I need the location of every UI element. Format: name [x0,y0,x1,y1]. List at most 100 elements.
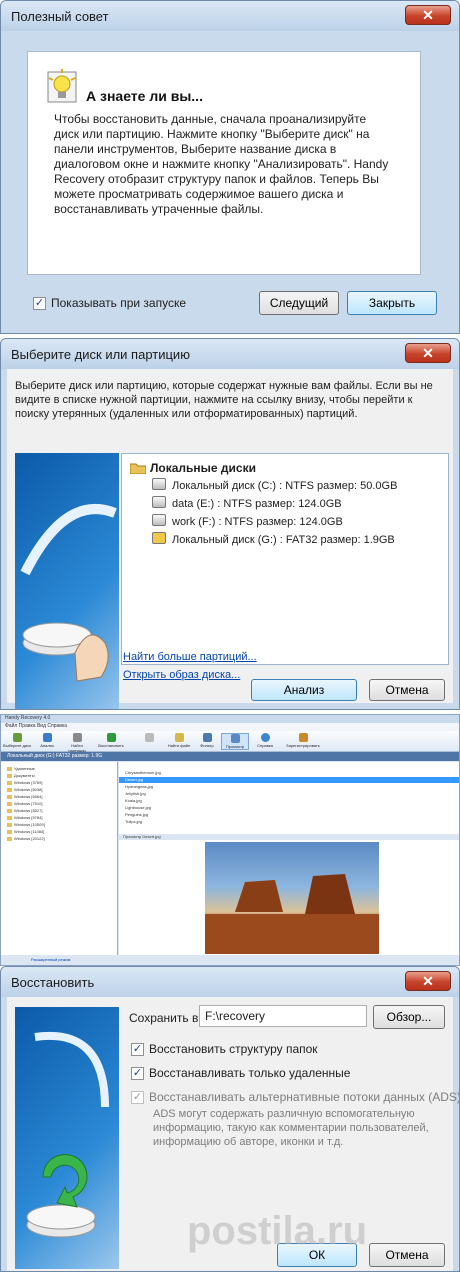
tree-node[interactable]: Документы [7,773,35,778]
file-name: Tulips.jpg [125,819,142,824]
folder-open-icon [130,463,146,474]
show-on-start-checkbox[interactable]: ✓ [33,297,46,310]
tree-node[interactable]: Windows [6038] [7,787,42,792]
restore-structure-label: Восстановить структуру папок [149,1042,318,1056]
find-file-icon [174,733,184,742]
tree-node-label: Windows [7510] [14,801,43,806]
removable-disk-icon [152,532,166,544]
file-row[interactable]: Hydrangeas.jpg [119,784,459,790]
find-more-partitions-link[interactable]: Найти больше партиций... [123,651,257,663]
preview-pane [119,840,459,955]
analyze-icon [42,733,52,742]
disk-item-label: Локальный диск (C:) : NTFS размер: 50.0G… [172,480,398,492]
tree-node[interactable]: Windows [7510] [7,801,42,806]
toolbar-preview[interactable]: Просмотр [221,733,249,750]
restore-dialog: Восстановить ✕ Сохранить в: F:\recovery … [0,966,460,1272]
toolbar-label: Зарегистрировать [286,743,320,748]
tree-node-label: Удаленные [14,766,35,771]
file-row-selected[interactable]: Desert.jpg [119,777,459,783]
watermark: postila.ru [187,1209,367,1254]
restore-icon [106,733,116,742]
folder-icon [7,788,12,792]
register-icon [298,733,308,742]
save-to-input[interactable]: F:\recovery [199,1005,367,1027]
deleted-only-checkbox[interactable]: ✓ [131,1067,144,1080]
tree-node[interactable]: Windows [6564] [7,794,42,799]
file-row[interactable]: Tulips.jpg [119,819,459,825]
restore-side-image [15,1007,119,1269]
toolbar-unknown[interactable] [135,733,163,743]
toolbar-help[interactable]: Справка [251,733,279,748]
disk-item-e[interactable]: data (E:) : NTFS размер: 124.0GB [152,496,342,512]
folder-icon [7,802,12,806]
tip-body: Чтобы восстановить данные, сначала проан… [54,112,389,216]
tree-node[interactable]: Windows [20122] [7,836,45,841]
main-menu-bar[interactable]: Файл Правка Вид Справка [1,723,459,731]
open-disk-image-link[interactable]: Открыть образ диска... [123,669,240,681]
tip-dialog-titlebar: Полезный совет ✕ [1,1,459,31]
cancel-disk-button[interactable]: Отмена [369,679,445,701]
tree-node[interactable]: Windows [11084] [7,829,44,834]
tree-node-label: Windows [6038] [14,787,43,792]
toolbar-label: Фильтр [200,743,214,748]
ads-checkbox[interactable]: ✓ [131,1091,144,1104]
tree-node[interactable]: Windows [8327] [7,808,42,813]
folder-icon [7,816,12,820]
disk-list: Локальные диски Локальный диск (C:) : NT… [121,453,449,665]
toolbar-find-file[interactable]: Найти файл [165,733,193,748]
folder-icon [7,767,12,771]
toolbar-label: Найти файл [167,743,191,748]
tree-node-label: Windows [3769] [14,780,43,785]
ads-label: Восстанавливать альтернативные потоки да… [149,1090,460,1104]
disk-item-c[interactable]: Локальный диск (C:) : NTFS размер: 50.0G… [152,478,397,494]
folder-icon [7,781,12,785]
main-window: Handy Recovery 4.0 Файл Правка Вид Справ… [0,714,460,966]
toolbar-find-partitions[interactable]: Найти партиции [63,733,91,753]
file-row[interactable]: Chrysanthemum.jpg [119,770,459,776]
tree-node-label: Windows [20122] [14,836,45,841]
select-disk-title: Выберите диск или партицию [11,347,190,362]
toolbar-restore[interactable]: Восстановить [97,733,125,748]
folder-icon [7,795,12,799]
desert-mesa-image [205,874,379,954]
next-tip-button[interactable]: Следущий [259,291,339,315]
tree-node-label: Документы [14,773,35,778]
watermark-text: postila.ru [187,1209,368,1253]
file-row[interactable]: Penguins.jpg [119,812,459,818]
partitions-icon [72,733,82,742]
file-list[interactable]: Chrysanthemum.jpg Desert.jpg Hydrangeas.… [119,762,459,834]
tree-node[interactable]: Windows [9784] [7,815,42,820]
disk-icon [12,733,22,742]
restore-structure-checkbox[interactable]: ✓ [131,1043,144,1056]
analyze-button[interactable]: Анализ [251,679,357,701]
advanced-mode-link[interactable]: Расширенный режим [1,955,459,965]
hard-disk-icon [152,478,166,490]
disk-close-icon[interactable]: ✕ [405,343,451,363]
folder-tree[interactable]: Удаленные Документы Windows [3769] Windo… [1,762,118,955]
tip-close-icon[interactable]: ✕ [405,5,451,25]
file-row[interactable]: Lighthouse.jpg [119,805,459,811]
browse-button[interactable]: Обзор... [373,1005,445,1029]
toolbar-label: Восстановить [98,743,124,748]
file-row[interactable]: Koala.jpg [119,798,459,804]
toolbar-label: Просмотр [225,744,245,749]
file-row[interactable]: Jellyfish.jpg [119,791,459,797]
toolbar-label: Справка [257,743,273,748]
tree-node-label: Windows [9784] [14,815,43,820]
tip-dialog-title: Полезный совет [11,9,109,24]
toolbar-register[interactable]: Зарегистрировать [283,733,323,748]
tree-node[interactable]: Windows [10509] [7,822,45,827]
tree-node[interactable]: Windows [3769] [7,780,42,785]
disk-item-label: work (F:) : NTFS размер: 124.0GB [172,516,343,528]
tree-node[interactable]: Удаленные [7,766,35,771]
disk-item-f[interactable]: work (F:) : NTFS размер: 124.0GB [152,514,343,530]
cancel-restore-button[interactable]: Отмена [369,1243,445,1267]
toolbar-select-disk[interactable]: Выберите диск [3,733,31,748]
toolbar-analyze[interactable]: Анализ [33,733,61,748]
disk-item-g[interactable]: Локальный диск (G:) : FAT32 размер: 1.9G… [152,532,395,548]
toolbar-filter[interactable]: Фильтр [193,733,221,748]
main-toolbar: Выберите диск Анализ Найти партиции Восс… [1,731,459,753]
close-tip-button[interactable]: Закрыть [347,291,437,315]
local-disks-group: Локальные диски [150,461,256,475]
restore-close-icon[interactable]: ✕ [405,971,451,991]
